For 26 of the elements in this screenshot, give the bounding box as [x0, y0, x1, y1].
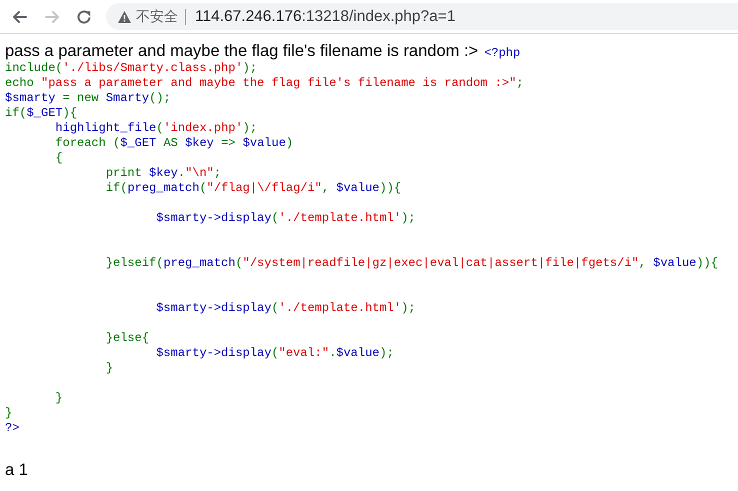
code-line: $smarty->display("eval:".$value);	[155, 346, 394, 360]
code-line: ?>	[5, 421, 20, 435]
code-line: }else{	[104, 331, 150, 345]
code-line: print $key."\n";	[104, 166, 222, 180]
code-line: <?php	[484, 46, 520, 61]
url-text: 114.67.246.176:13218/index.php?a=1	[195, 6, 456, 27]
code-line: echo "pass a parameter and maybe the flag file's filename is random :>";	[5, 76, 524, 90]
code-line: foreach ($_GET AS $key => $value)	[54, 136, 294, 150]
code-line: include('./libs/Smarty.class.php');	[5, 61, 258, 75]
reload-icon	[75, 8, 93, 26]
warning-icon	[118, 10, 131, 22]
code-line: {	[54, 151, 63, 165]
address-bar[interactable]: 不安全 114.67.246.176:13218/index.php?a=1	[106, 3, 738, 30]
code-line: }elseif(preg_match("/system|readfile|gz|exec|eval|cat|assert|file|fgets/i", $value)){	[104, 256, 718, 270]
code-line: }	[54, 391, 63, 405]
page-text: pass a parameter and maybe the flag file's filename is random :>	[5, 41, 478, 61]
security-label: 不安全	[136, 7, 178, 26]
code-line: $smarty->display('./template.html');	[155, 211, 416, 225]
code-line: highlight_file('index.php');	[54, 121, 258, 135]
code-line: }	[104, 361, 114, 375]
code-line: if($_GET){	[5, 106, 78, 120]
code-line: if(preg_match("/flag|\/flag/i", $value)){	[104, 181, 402, 195]
code-line: $smarty->display('./template.html');	[155, 301, 416, 315]
code-line: }	[5, 406, 12, 420]
output-text: a 1	[5, 460, 28, 481]
code-line: $smarty = new Smarty();	[5, 91, 171, 105]
